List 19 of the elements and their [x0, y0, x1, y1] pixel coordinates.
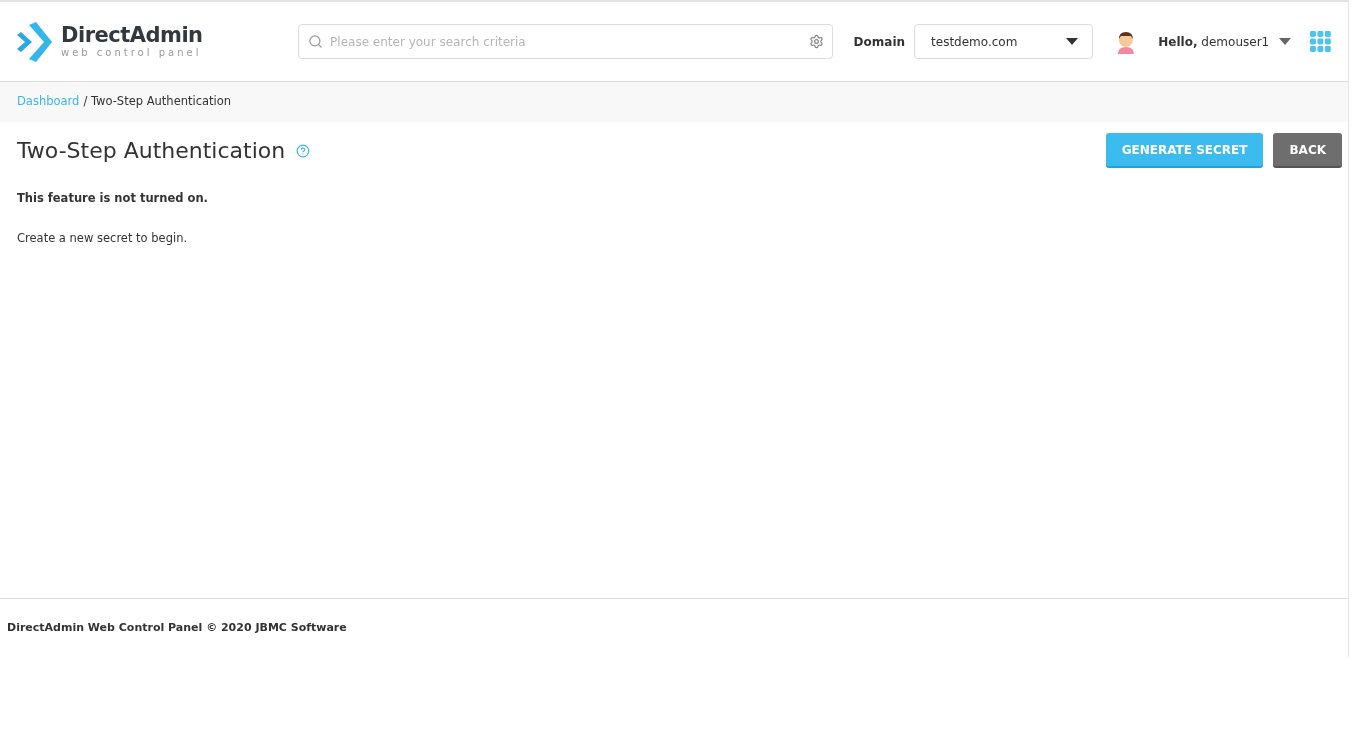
logo-name: DirectAdmin — [61, 25, 203, 46]
domain-label: Domain — [853, 33, 906, 51]
status-message: This feature is not turned on. — [17, 190, 209, 207]
settings-icon[interactable] — [808, 34, 824, 49]
footer-text: DirectAdmin Web Control Panel © 2020 JBMC Software — [7, 619, 347, 636]
caret-icon — [1279, 38, 1292, 45]
hint-text: Create a new secret to begin. — [17, 230, 189, 248]
domain-select[interactable]: testdemo.com — [914, 24, 1093, 59]
logo-chevron-icon — [17, 20, 53, 63]
logo-tagline: web control panel — [61, 48, 203, 58]
page-title: Two-Step Authentication — [17, 137, 286, 165]
help-icon[interactable] — [296, 143, 311, 158]
back-button[interactable]: BACK — [1273, 133, 1342, 168]
search-field[interactable]: Please enter your search criteria — [298, 24, 833, 59]
search-icon — [308, 34, 324, 49]
caret-icon — [1065, 38, 1078, 45]
breadcrumb-current: / Two-Step Authentication — [83, 93, 232, 111]
user-menu[interactable]: Hello, demouser1 — [1158, 32, 1292, 51]
apps-grid-icon[interactable] — [1310, 31, 1331, 52]
